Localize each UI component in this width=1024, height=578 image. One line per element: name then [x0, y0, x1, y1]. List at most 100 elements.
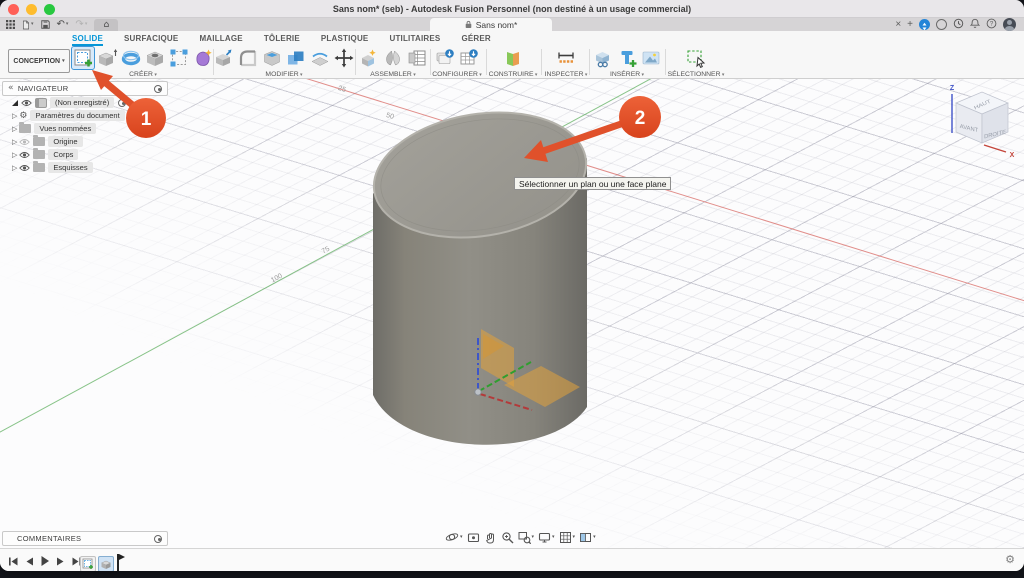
- user-avatar[interactable]: [1003, 18, 1016, 31]
- select-button[interactable]: [685, 47, 707, 69]
- play-button[interactable]: [40, 554, 50, 571]
- combine-button[interactable]: [285, 47, 307, 69]
- tree-item-corps[interactable]: ▷ Corps: [12, 148, 168, 161]
- tab-utilitaires[interactable]: UTILITAIRES: [389, 33, 440, 46]
- look-at-icon[interactable]: [467, 531, 480, 544]
- app-grid-icon[interactable]: [6, 20, 15, 29]
- file-menu-icon[interactable]: ▾: [22, 18, 34, 31]
- create-form-button[interactable]: [192, 47, 214, 69]
- home-icon[interactable]: ⌂: [94, 19, 118, 31]
- document-tab[interactable]: Sans nom*: [430, 18, 552, 31]
- expander-icon[interactable]: ▷: [12, 164, 17, 172]
- group-label-inspecter[interactable]: INSPECTER: [545, 71, 588, 78]
- timeline-position-marker[interactable]: [116, 552, 126, 571]
- undo-icon[interactable]: ↶▾: [57, 18, 69, 31]
- insert-fastener-button[interactable]: [616, 47, 638, 69]
- save-icon[interactable]: [41, 20, 50, 29]
- group-label-assembler[interactable]: ASSEMBLER: [370, 71, 415, 78]
- preferences-gear-icon[interactable]: ⚙: [1005, 553, 1015, 566]
- tab-maillage[interactable]: MAILLAGE: [199, 33, 242, 46]
- new-tab-icon[interactable]: +: [907, 18, 913, 31]
- tree-item-vues-nommees[interactable]: ▷ Vues nommées: [12, 122, 168, 135]
- tree-item-document[interactable]: (Non enregistré): [2, 96, 168, 109]
- shell-button[interactable]: [261, 47, 283, 69]
- group-label-inserer[interactable]: INSÉRER: [610, 71, 644, 78]
- workspace-selector-button[interactable]: CONCEPTION▾: [8, 49, 70, 73]
- tabstrip-right-icons: × + ?: [895, 18, 1016, 31]
- group-label-modifier[interactable]: MODIFIER: [265, 71, 302, 78]
- navigator-tree: (Non enregistré) ▷ ⚙ Paramètres du docum…: [2, 96, 168, 174]
- step-back-button[interactable]: [25, 554, 34, 571]
- titlebar: Sans nom* (seb) - Autodesk Fusion Person…: [0, 0, 1024, 18]
- pattern-button[interactable]: [168, 47, 190, 69]
- group-label-configurer[interactable]: CONFIGURER: [432, 71, 482, 78]
- eye-icon[interactable]: [19, 164, 30, 172]
- tab-gerer[interactable]: GÉRER: [461, 33, 490, 46]
- extrude-button[interactable]: [96, 47, 118, 69]
- navigator-header[interactable]: « NAVIGATEUR: [2, 81, 168, 96]
- viewcube-z-label: Z: [950, 85, 955, 92]
- orbit-icon[interactable]: ▾: [445, 530, 463, 544]
- tab-plastique[interactable]: PLASTIQUE: [321, 33, 369, 46]
- viewport-canvas[interactable]: 25 50 75 100: [0, 79, 1024, 548]
- tree-item-parametres[interactable]: ▷ ⚙ Paramètres du document: [12, 109, 168, 122]
- bill-of-materials-button[interactable]: [406, 47, 428, 69]
- group-label-creer[interactable]: CRÉER: [129, 71, 157, 78]
- grid-settings-icon[interactable]: ▾: [559, 531, 576, 544]
- timeline-sketch-feature[interactable]: [80, 556, 96, 571]
- collapse-panel-icon[interactable]: «: [8, 83, 14, 93]
- go-to-start-button[interactable]: [8, 554, 19, 571]
- redo-icon[interactable]: ↷▾: [75, 18, 87, 31]
- panel-options-icon[interactable]: [154, 535, 162, 543]
- pan-icon[interactable]: [484, 531, 497, 544]
- origin-point[interactable]: [475, 389, 481, 395]
- lock-icon: [465, 20, 472, 29]
- configuration-table-button[interactable]: [458, 47, 480, 69]
- group-label-construire[interactable]: CONSTRUIRE: [489, 71, 538, 78]
- joint-button[interactable]: [382, 47, 404, 69]
- tab-tolerie[interactable]: TÔLERIE: [264, 33, 300, 46]
- new-component-button[interactable]: [358, 47, 380, 69]
- revolve-button[interactable]: [120, 47, 142, 69]
- split-body-button[interactable]: [309, 47, 331, 69]
- svg-text:?: ?: [990, 20, 994, 27]
- view-cube[interactable]: Z X HAUT AVANT DROITE: [942, 81, 1020, 159]
- press-pull-button[interactable]: [213, 47, 235, 69]
- group-label-selectionner[interactable]: SÉLECTIONNER: [668, 71, 725, 78]
- eye-icon[interactable]: [21, 99, 32, 107]
- display-settings-icon[interactable]: ▾: [538, 531, 555, 544]
- insert-image-button[interactable]: [640, 47, 662, 69]
- panel-options-icon[interactable]: [154, 85, 162, 93]
- folder-icon: [33, 150, 45, 159]
- viewports-icon[interactable]: ▾: [579, 531, 596, 544]
- tab-solide[interactable]: SOLIDE: [72, 33, 103, 46]
- expander-open-icon[interactable]: [12, 100, 18, 106]
- timeline-extrude-feature[interactable]: [98, 556, 114, 571]
- eye-off-icon[interactable]: [19, 138, 30, 146]
- configuration-button[interactable]: [434, 47, 456, 69]
- tree-item-origine[interactable]: ▷ Origine: [12, 135, 168, 148]
- insert-derive-button[interactable]: [592, 47, 614, 69]
- expander-icon[interactable]: ▷: [12, 151, 17, 159]
- job-status-icon[interactable]: [919, 19, 930, 30]
- extensions-icon[interactable]: [936, 19, 947, 30]
- hole-button[interactable]: [144, 47, 166, 69]
- tab-surfacique[interactable]: SURFACIQUE: [124, 33, 178, 46]
- create-sketch-button[interactable]: [72, 47, 94, 69]
- step-forward-button[interactable]: [56, 554, 65, 571]
- record-icon[interactable]: [118, 99, 126, 107]
- expander-icon[interactable]: ▷: [12, 112, 17, 120]
- zoom-icon[interactable]: [501, 531, 514, 544]
- tree-item-esquisses[interactable]: ▷ Esquisses: [12, 161, 168, 174]
- eye-icon[interactable]: [19, 151, 30, 159]
- fit-icon[interactable]: ▾: [518, 531, 535, 544]
- comments-header[interactable]: COMMENTAIRES: [2, 531, 168, 546]
- move-button[interactable]: [333, 47, 355, 69]
- close-tab-icon[interactable]: ×: [895, 18, 901, 31]
- fillet-button[interactable]: [237, 47, 259, 69]
- expander-icon[interactable]: ▷: [12, 125, 17, 133]
- construct-plane-button[interactable]: [502, 47, 524, 69]
- group-creer: CRÉER: [72, 46, 214, 78]
- measure-button[interactable]: [555, 47, 577, 69]
- expander-icon[interactable]: ▷: [12, 138, 17, 146]
